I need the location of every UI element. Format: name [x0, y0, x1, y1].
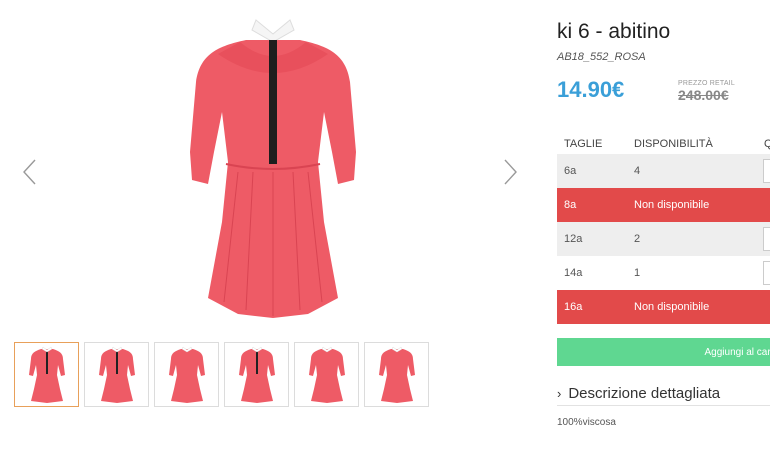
thumbnail-4[interactable] [224, 342, 289, 407]
availability-value: Non disponibile [634, 301, 710, 313]
quantity-input[interactable] [763, 227, 770, 251]
chevron-right-icon: › [557, 386, 562, 401]
availability-value: 1 [634, 267, 641, 279]
size-row-6a: 6a 4 [557, 154, 770, 188]
product-gallery [0, 0, 540, 407]
size-label: 6a [564, 165, 577, 177]
size-row-14a: 14a 1 [557, 256, 770, 290]
thumbnail-3[interactable] [154, 342, 219, 407]
add-to-cart-button[interactable]: Aggiungi al carr [557, 338, 770, 366]
thumbnail-5[interactable] [294, 342, 359, 407]
quantity-input[interactable] [763, 159, 770, 183]
size-row-8a: 8a Non disponibile [557, 188, 770, 222]
chevron-right-icon [504, 159, 517, 185]
size-label: 14a [564, 267, 583, 279]
quantity-input[interactable] [763, 261, 770, 285]
product-price: 14.90€ [557, 77, 625, 102]
description-toggle[interactable]: › Descrizione dettagliata [557, 382, 770, 406]
product-title: ki 6 - abitino [557, 20, 671, 43]
size-label: 16a [564, 301, 583, 313]
gallery-prev-arrow[interactable] [20, 158, 40, 186]
retail-price: 248.00€ [678, 87, 729, 103]
thumbnail-6[interactable] [364, 342, 429, 407]
thumbnail-1[interactable] [14, 342, 79, 407]
size-label: 8a [564, 199, 577, 211]
size-row-12a: 12a 2 [557, 222, 770, 256]
thumbnail-2[interactable] [84, 342, 149, 407]
availability-value: 2 [634, 233, 641, 245]
size-row-16a: 16a Non disponibile [557, 290, 770, 324]
header-availability: DISPONIBILITÀ [634, 138, 713, 150]
availability-value: 4 [634, 165, 641, 177]
table-header: TAGLIE DISPONIBILITÀ Q [557, 134, 770, 154]
size-availability-table: TAGLIE DISPONIBILITÀ Q 6a 4 8a Non disponib… [557, 134, 770, 324]
gallery-next-arrow[interactable] [500, 158, 520, 186]
product-sku: AB18_552_ROSA [557, 51, 646, 63]
chevron-left-icon [23, 159, 36, 185]
description-text: 100%viscosa [557, 417, 616, 428]
description-toggle-label: Descrizione dettagliata [568, 385, 721, 402]
size-label: 12a [564, 233, 583, 245]
header-quantity: Q [764, 138, 770, 150]
availability-value: Non disponibile [634, 199, 710, 211]
header-sizes: TAGLIE [564, 138, 603, 150]
main-product-image[interactable] [178, 12, 368, 330]
retail-price-label: PREZZO RETAIL [678, 80, 735, 87]
thumbnail-strip [14, 342, 429, 407]
product-details: ki 6 - abitino AB18_552_ROSA 14.90€ PREZ… [557, 0, 770, 457]
